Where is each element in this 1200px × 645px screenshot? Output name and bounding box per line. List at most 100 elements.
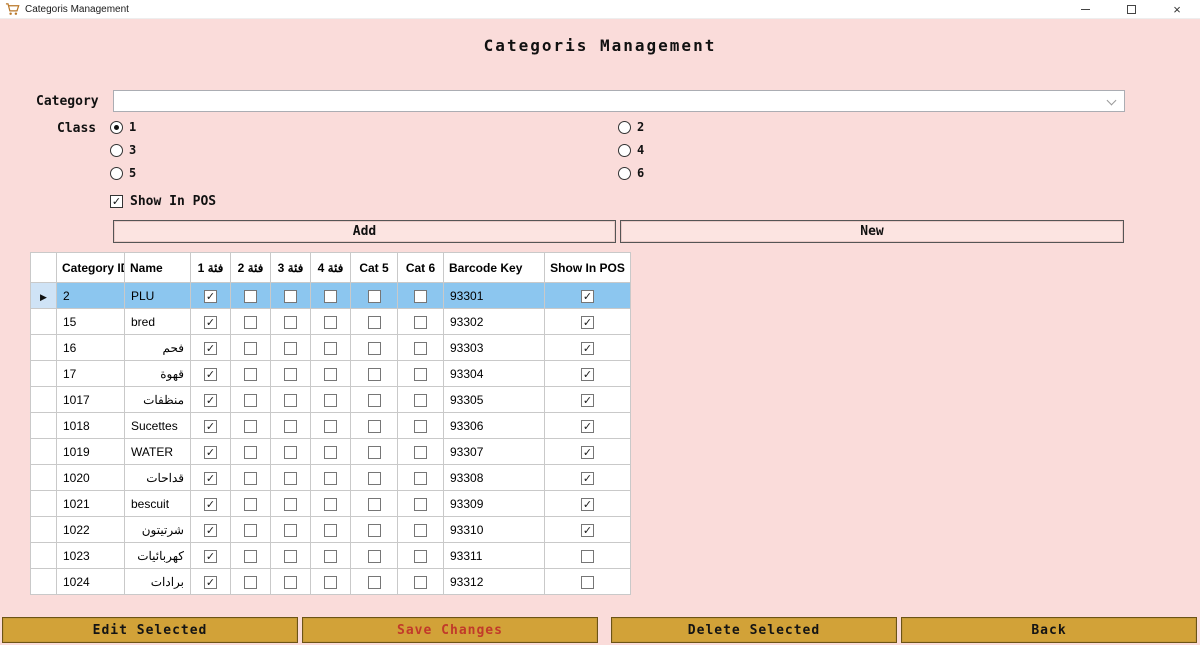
cell-cat-6[interactable]: [398, 361, 444, 387]
row-selector[interactable]: [31, 569, 57, 595]
checkbox-unchecked-icon[interactable]: [368, 576, 381, 589]
cell-category-id[interactable]: 17: [57, 361, 125, 387]
column-header-7[interactable]: Cat 5: [351, 253, 398, 283]
table-row[interactable]: 1022شرتيتون✓93310✓: [31, 517, 631, 543]
checkbox-unchecked-icon[interactable]: [284, 368, 297, 381]
cell-cat-6[interactable]: [398, 283, 444, 309]
delete-selected-button[interactable]: Delete Selected: [611, 617, 897, 643]
checkbox-unchecked-icon[interactable]: [244, 394, 257, 407]
cell-cat-1[interactable]: ✓: [191, 491, 231, 517]
cell-cat-6[interactable]: [398, 387, 444, 413]
checkbox-unchecked-icon[interactable]: [368, 420, 381, 433]
cell-cat-3[interactable]: [271, 465, 311, 491]
cell-show-in-pos[interactable]: [545, 569, 631, 595]
cell-show-in-pos[interactable]: ✓: [545, 413, 631, 439]
checkbox-unchecked-icon[interactable]: [368, 290, 381, 303]
checkbox-checked-icon[interactable]: ✓: [204, 290, 217, 303]
cell-cat-5[interactable]: [351, 309, 398, 335]
cell-cat-4[interactable]: [311, 283, 351, 309]
checkbox-unchecked-icon[interactable]: [244, 498, 257, 511]
checkbox-checked-icon[interactable]: ✓: [204, 472, 217, 485]
checkbox-unchecked-icon[interactable]: [414, 524, 427, 537]
table-row[interactable]: ▶2PLU✓93301✓: [31, 283, 631, 309]
row-selector[interactable]: ▶: [31, 283, 57, 309]
checkbox-unchecked-icon[interactable]: [244, 550, 257, 563]
cell-cat-4[interactable]: [311, 387, 351, 413]
checkbox-unchecked-icon[interactable]: [324, 290, 337, 303]
cell-cat-6[interactable]: [398, 569, 444, 595]
checkbox-unchecked-icon[interactable]: [368, 316, 381, 329]
cell-cat-2[interactable]: [231, 465, 271, 491]
cell-cat-3[interactable]: [271, 361, 311, 387]
cell-cat-1[interactable]: ✓: [191, 387, 231, 413]
checkbox-unchecked-icon[interactable]: [244, 342, 257, 355]
radio-icon[interactable]: [110, 144, 123, 157]
cell-category-id[interactable]: 1019: [57, 439, 125, 465]
chevron-down-icon[interactable]: [1107, 96, 1117, 106]
cell-cat-2[interactable]: [231, 413, 271, 439]
cell-cat-3[interactable]: [271, 413, 311, 439]
row-selector[interactable]: [31, 413, 57, 439]
cell-show-in-pos[interactable]: ✓: [545, 491, 631, 517]
checkbox-checked-icon[interactable]: ✓: [581, 316, 594, 329]
cell-cat-6[interactable]: [398, 413, 444, 439]
checkbox-unchecked-icon[interactable]: [324, 368, 337, 381]
checkbox-checked-icon[interactable]: ✓: [581, 472, 594, 485]
cell-cat-2[interactable]: [231, 517, 271, 543]
radio-icon[interactable]: [618, 121, 631, 134]
checkbox-unchecked-icon[interactable]: [414, 472, 427, 485]
cell-cat-4[interactable]: [311, 569, 351, 595]
checkbox-unchecked-icon[interactable]: [284, 498, 297, 511]
cell-cat-3[interactable]: [271, 491, 311, 517]
new-button[interactable]: New: [620, 220, 1124, 243]
checkbox-checked-icon[interactable]: ✓: [581, 420, 594, 433]
cell-cat-5[interactable]: [351, 517, 398, 543]
cell-barcode-key[interactable]: 93311: [444, 543, 545, 569]
cell-cat-6[interactable]: [398, 465, 444, 491]
checkbox-unchecked-icon[interactable]: [414, 446, 427, 459]
cell-barcode-key[interactable]: 93304: [444, 361, 545, 387]
checkbox-unchecked-icon[interactable]: [284, 446, 297, 459]
cell-cat-3[interactable]: [271, 569, 311, 595]
cell-cat-1[interactable]: ✓: [191, 335, 231, 361]
category-combobox[interactable]: [113, 90, 1125, 112]
minimize-button[interactable]: [1062, 0, 1108, 18]
cell-cat-1[interactable]: ✓: [191, 439, 231, 465]
cell-cat-5[interactable]: [351, 335, 398, 361]
checkbox-unchecked-icon[interactable]: [244, 524, 257, 537]
table-row[interactable]: 1020قداحات✓93308✓: [31, 465, 631, 491]
radio-icon[interactable]: [110, 121, 123, 134]
cell-cat-1[interactable]: ✓: [191, 465, 231, 491]
cell-name[interactable]: Sucettes: [125, 413, 191, 439]
column-header-5[interactable]: فئة 3: [271, 253, 311, 283]
cell-barcode-key[interactable]: 93306: [444, 413, 545, 439]
class-option-2[interactable]: 2: [618, 120, 818, 134]
cell-name[interactable]: bred: [125, 309, 191, 335]
cell-barcode-key[interactable]: 93303: [444, 335, 545, 361]
cell-name[interactable]: PLU: [125, 283, 191, 309]
cell-show-in-pos[interactable]: ✓: [545, 361, 631, 387]
column-header-4[interactable]: فئة 2: [231, 253, 271, 283]
cell-category-id[interactable]: 1020: [57, 465, 125, 491]
table-row[interactable]: 1017منظفات✓93305✓: [31, 387, 631, 413]
cell-name[interactable]: WATER: [125, 439, 191, 465]
cell-cat-5[interactable]: [351, 543, 398, 569]
radio-icon[interactable]: [618, 144, 631, 157]
checkbox-unchecked-icon[interactable]: [581, 576, 594, 589]
column-header-3[interactable]: فئة 1: [191, 253, 231, 283]
checkbox-checked-icon[interactable]: ✓: [581, 498, 594, 511]
save-changes-button[interactable]: Save Changes: [302, 617, 598, 643]
cell-cat-2[interactable]: [231, 543, 271, 569]
checkbox-checked-icon[interactable]: ✓: [204, 394, 217, 407]
cell-cat-3[interactable]: [271, 517, 311, 543]
class-option-3[interactable]: 3: [110, 143, 618, 157]
cell-category-id[interactable]: 1022: [57, 517, 125, 543]
cell-cat-1[interactable]: ✓: [191, 413, 231, 439]
checkbox-unchecked-icon[interactable]: [368, 524, 381, 537]
cell-cat-6[interactable]: [398, 491, 444, 517]
cell-cat-2[interactable]: [231, 283, 271, 309]
row-selector[interactable]: [31, 543, 57, 569]
checkbox-unchecked-icon[interactable]: [414, 342, 427, 355]
cell-name[interactable]: شرتيتون: [125, 517, 191, 543]
table-row[interactable]: 1023كهربائيات✓93311: [31, 543, 631, 569]
